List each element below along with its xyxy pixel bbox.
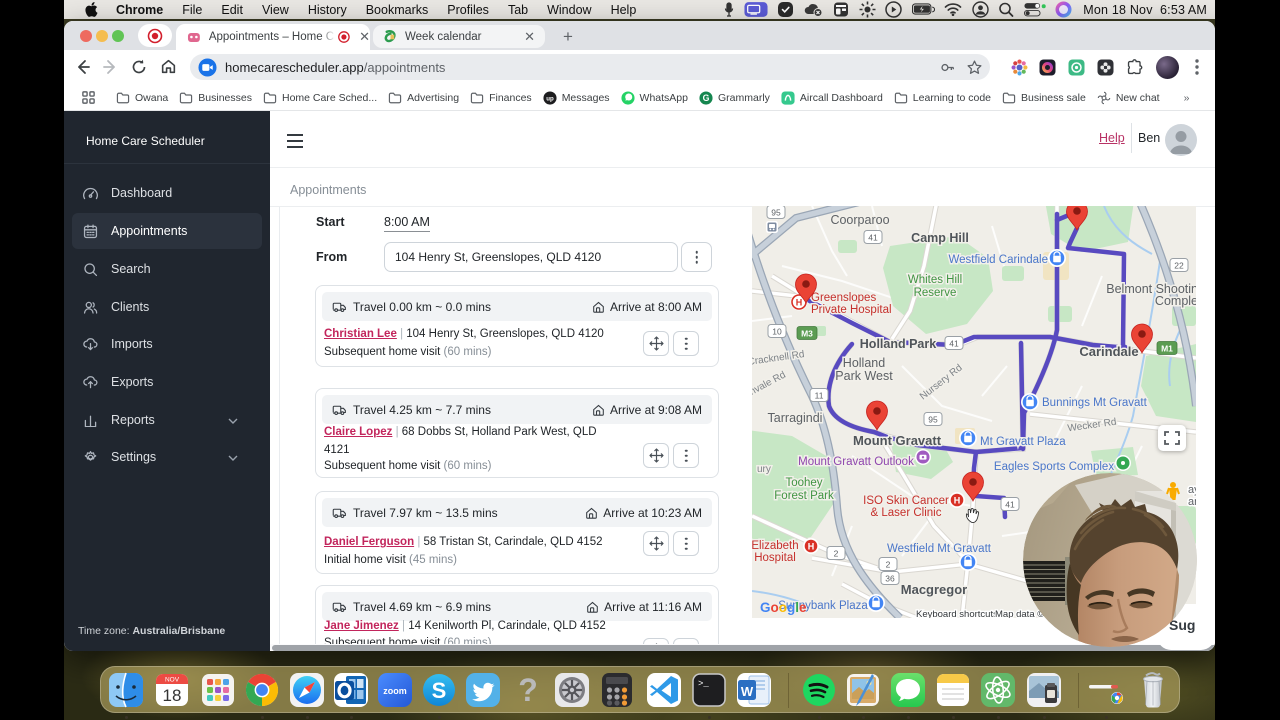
svg-text:2: 2 bbox=[886, 560, 891, 570]
svg-text:& Laser Clinic: & Laser Clinic bbox=[871, 507, 942, 519]
svg-text:Westfield Carindale: Westfield Carindale bbox=[948, 254, 1048, 266]
svg-text:Park West: Park West bbox=[835, 369, 893, 383]
svg-text:Westfield Mt Gravatt: Westfield Mt Gravatt bbox=[887, 543, 992, 555]
svg-text:Coorparoo: Coorparoo bbox=[830, 213, 889, 227]
svg-text:Reserve: Reserve bbox=[914, 287, 957, 299]
svg-text:ury: ury bbox=[757, 464, 771, 475]
svg-text:10: 10 bbox=[772, 327, 782, 337]
svg-text:Macgregor: Macgregor bbox=[901, 582, 967, 597]
svg-text:36: 36 bbox=[885, 574, 895, 584]
svg-text:ar: ar bbox=[1188, 496, 1196, 508]
svg-text:>_: >_ bbox=[698, 679, 709, 689]
svg-text:ISO Skin Cancer: ISO Skin Cancer bbox=[863, 495, 949, 507]
svg-text:W: W bbox=[741, 684, 754, 699]
svg-text:95: 95 bbox=[771, 208, 781, 218]
svg-text:Holland Park: Holland Park bbox=[860, 337, 936, 351]
svg-text:Private Hospital: Private Hospital bbox=[811, 304, 892, 316]
svg-text:Comple: Comple bbox=[1155, 294, 1196, 308]
svg-text:up: up bbox=[546, 95, 554, 102]
svg-text:zoom: zoom bbox=[383, 686, 407, 696]
svg-text:H: H bbox=[796, 297, 803, 307]
svg-text:Elizabeth: Elizabeth bbox=[752, 540, 799, 552]
svg-text:M1: M1 bbox=[1161, 344, 1173, 354]
svg-text:Keyboard shortcuts: Keyboard shortcuts bbox=[916, 609, 998, 618]
svg-text:18: 18 bbox=[163, 686, 182, 705]
svg-text:Carindale: Carindale bbox=[1079, 344, 1138, 359]
svg-text:Greenslopes: Greenslopes bbox=[811, 292, 876, 304]
svg-text:M3: M3 bbox=[801, 329, 813, 339]
svg-text:Forest Park: Forest Park bbox=[774, 490, 834, 502]
svg-text:Mt Gravatt Plaza: Mt Gravatt Plaza bbox=[980, 436, 1066, 448]
svg-text:Tarragindi: Tarragindi bbox=[768, 411, 823, 425]
svg-text:Google: Google bbox=[760, 600, 807, 615]
svg-text:41: 41 bbox=[949, 339, 959, 349]
svg-text:S: S bbox=[432, 678, 447, 703]
svg-text:11: 11 bbox=[815, 391, 824, 401]
svg-text:22: 22 bbox=[1174, 261, 1184, 271]
svg-text:Holland: Holland bbox=[843, 356, 885, 370]
svg-text:Whites Hill: Whites Hill bbox=[908, 274, 962, 286]
svg-text:41: 41 bbox=[868, 233, 878, 243]
svg-text:NOV: NOV bbox=[165, 677, 180, 684]
svg-text:G: G bbox=[703, 93, 710, 103]
svg-text:Bunnings Mt Gravatt: Bunnings Mt Gravatt bbox=[1042, 397, 1148, 409]
svg-text:95: 95 bbox=[928, 415, 938, 425]
svg-text:Camp Hill: Camp Hill bbox=[911, 231, 969, 245]
svg-text:2: 2 bbox=[834, 549, 839, 559]
svg-text:Hospital: Hospital bbox=[754, 552, 796, 564]
svg-text:Eagles Sports Complex: Eagles Sports Complex bbox=[994, 461, 1114, 473]
svg-text:Toohey: Toohey bbox=[785, 477, 822, 489]
svg-text:?: ? bbox=[518, 672, 538, 708]
svg-text:ay: ay bbox=[1188, 484, 1196, 496]
svg-text:41: 41 bbox=[1005, 500, 1015, 510]
svg-text:Mount Gravatt: Mount Gravatt bbox=[853, 433, 942, 448]
svg-text:Mount Gravatt Outlook: Mount Gravatt Outlook bbox=[798, 456, 914, 468]
